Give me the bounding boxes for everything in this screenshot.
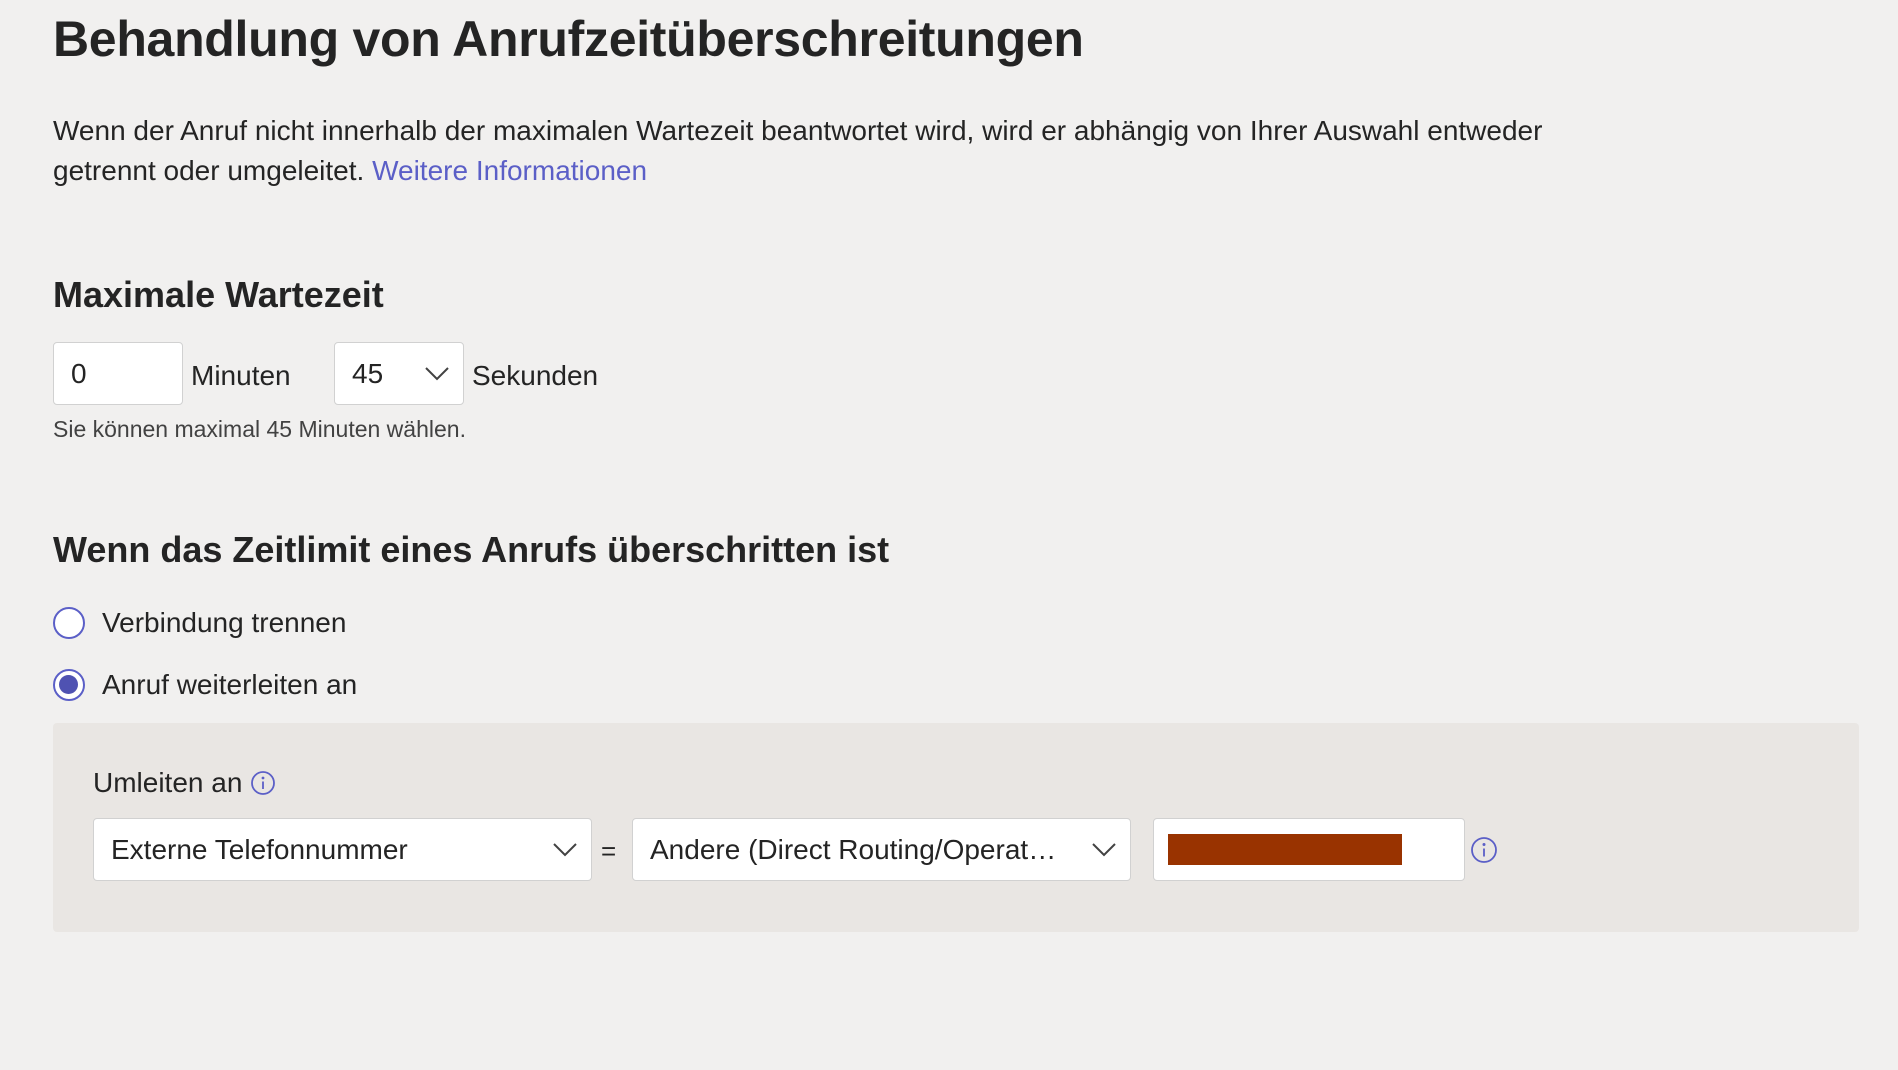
chevron-down-icon	[553, 842, 577, 856]
seconds-value: 45	[352, 357, 384, 389]
routing-value: Andere (Direct Routing/Operator...	[650, 833, 1070, 865]
radio-button-unchecked[interactable]	[53, 607, 85, 639]
seconds-label: Sekunden	[472, 360, 599, 391]
page-description: Wenn der Anruf nicht innerhalb der maxim…	[53, 111, 1633, 191]
radio-forward[interactable]: Anruf weiterleiten an	[53, 669, 357, 701]
info-icon[interactable]	[250, 770, 276, 796]
redacted-phone-number	[1168, 834, 1402, 865]
redirect-label-text: Umleiten an	[93, 767, 243, 798]
timeout-action-heading: Wenn das Zeitlimit eines Anrufs überschr…	[53, 529, 890, 570]
learn-more-link[interactable]: Weitere Informationen	[372, 155, 647, 186]
redirect-panel: Umleiten an Externe Telefonnummer = Ande…	[53, 723, 1859, 932]
radio-disconnect[interactable]: Verbindung trennen	[53, 607, 346, 639]
radio-label-disconnect: Verbindung trennen	[102, 607, 347, 638]
seconds-dropdown[interactable]: 45	[334, 342, 464, 405]
max-wait-hint: Sie können maximal 45 Minuten wählen.	[53, 416, 466, 442]
max-wait-heading: Maximale Wartezeit	[53, 274, 384, 315]
redirect-target-value: Externe Telefonnummer	[111, 833, 408, 865]
radio-label-forward: Anruf weiterleiten an	[102, 669, 358, 700]
phone-number-input[interactable]	[1153, 818, 1465, 881]
minutes-value: 0	[71, 357, 87, 389]
redirect-label: Umleiten an	[93, 767, 276, 799]
minutes-input[interactable]: 0	[53, 342, 183, 405]
page-title: Behandlung von Anrufzeitüberschreitungen	[53, 11, 1084, 67]
radio-button-checked[interactable]	[53, 669, 85, 701]
minutes-label: Minuten	[191, 360, 291, 391]
description-text: Wenn der Anruf nicht innerhalb der maxim…	[53, 115, 1543, 186]
equals-sign: =	[601, 836, 617, 866]
chevron-down-icon	[425, 366, 449, 380]
redirect-target-dropdown[interactable]: Externe Telefonnummer	[93, 818, 592, 881]
routing-dropdown[interactable]: Andere (Direct Routing/Operator...	[632, 818, 1131, 881]
chevron-down-icon	[1092, 842, 1116, 856]
info-icon[interactable]	[1470, 836, 1498, 864]
